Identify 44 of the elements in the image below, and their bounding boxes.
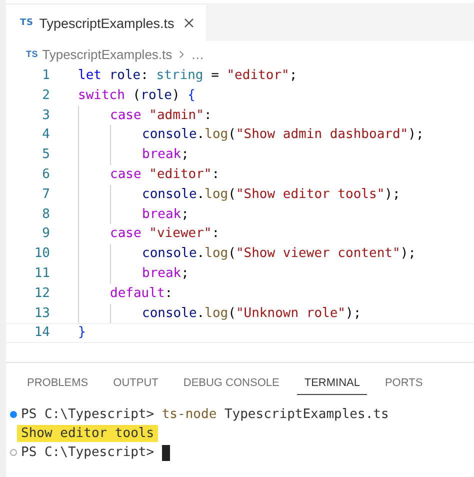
- terminal-argument: TypescriptExamples.ts: [224, 407, 389, 422]
- line-number: 14: [33, 324, 50, 342]
- line-number: 6: [41, 166, 50, 184]
- line-number: 3: [41, 106, 50, 125]
- line-number: 4: [41, 126, 50, 144]
- breadcrumb-item[interactable]: TypescriptExamples.ts: [42, 46, 172, 62]
- code-line: break;: [142, 264, 189, 283]
- panel-tab[interactable]: PORTS: [378, 373, 430, 395]
- terminal-command: ts-node: [162, 407, 217, 422]
- code-line: case "editor":: [110, 166, 220, 184]
- panel-tab[interactable]: PROBLEMS: [20, 373, 96, 395]
- code-line: break;: [142, 146, 189, 164]
- panel-tab[interactable]: DEBUG CONSOLE: [176, 373, 286, 395]
- code-line: console.log("Show admin dashboard");: [142, 126, 424, 144]
- file-type-label: TS: [26, 49, 38, 59]
- panel-tab[interactable]: TERMINAL: [297, 373, 367, 395]
- terminal-prompt: PS C:\Typescript>: [21, 445, 154, 460]
- close-icon[interactable]: [184, 18, 194, 28]
- line-number: 2: [41, 86, 50, 105]
- code-line: console.log("Show editor tools");: [142, 186, 400, 204]
- terminal-output: Show editor tools: [17, 425, 158, 442]
- code-line: default:: [110, 284, 173, 303]
- code-line: console.log("Show viewer content");: [142, 245, 416, 264]
- line-number: 7: [41, 186, 50, 204]
- code-line: console.log("Unknown role");: [142, 304, 362, 323]
- line-number: 12: [33, 284, 50, 303]
- line-number: 8: [41, 206, 50, 224]
- code-line: case "admin":: [110, 106, 212, 125]
- code-line: break;: [142, 206, 189, 224]
- panel-tab[interactable]: OUTPUT: [106, 373, 166, 395]
- chevron-icon: [179, 50, 184, 58]
- editor-tab[interactable]: TS TypescriptExamples.ts: [6, 5, 206, 41]
- code-line: case "viewer":: [110, 225, 220, 244]
- breadcrumb-item[interactable]: …: [191, 46, 204, 62]
- line-number: 10: [33, 245, 50, 264]
- line-number: 9: [41, 225, 50, 244]
- line-number: 1: [41, 67, 50, 85]
- line-number: 11: [33, 264, 50, 283]
- code-line: }: [78, 324, 86, 342]
- line-number: 13: [33, 304, 50, 323]
- line-number: 5: [41, 146, 50, 164]
- terminal-prompt: PS C:\Typescript>: [21, 407, 154, 422]
- code-line: let role: string = "editor";: [78, 67, 298, 85]
- code-line: switch (role) {: [78, 86, 196, 105]
